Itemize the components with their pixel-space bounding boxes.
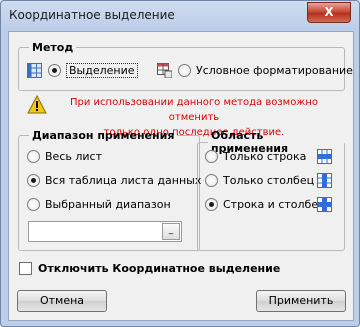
disable-option[interactable]: Отключить Координатное выделение bbox=[19, 262, 280, 275]
area-both-label: Строка и столбец bbox=[223, 198, 326, 211]
method-option-selection[interactable]: Выделение bbox=[27, 63, 138, 78]
area-option-row[interactable]: Только строка bbox=[205, 150, 306, 163]
cancel-button[interactable]: Отмена bbox=[17, 290, 107, 312]
title-bar[interactable]: Координатное выделение X bbox=[1, 1, 359, 31]
range-whole-sheet-radio[interactable] bbox=[27, 150, 40, 163]
method-selection-radio[interactable] bbox=[48, 64, 61, 77]
range-selected-label: Выбранный диапазон bbox=[45, 198, 171, 211]
warning-line-1: При использовании данного метода возможн… bbox=[70, 97, 318, 123]
area-column-label: Только столбец bbox=[223, 174, 315, 187]
apply-button[interactable]: Применить bbox=[256, 290, 346, 312]
range-option-whole-sheet[interactable]: Весь лист bbox=[27, 150, 102, 163]
disable-checkbox[interactable] bbox=[19, 262, 32, 275]
area-column-radio[interactable] bbox=[205, 174, 218, 187]
table-selection-icon bbox=[27, 63, 42, 78]
range-whole-table-radio[interactable] bbox=[27, 174, 40, 187]
range-legend: Диапазон применения bbox=[32, 129, 175, 142]
method-selection-label: Выделение bbox=[66, 63, 138, 78]
row-highlight-icon bbox=[317, 149, 332, 164]
method-conditional-label: Условное форматирование bbox=[196, 64, 353, 77]
close-button[interactable]: X bbox=[307, 2, 351, 23]
conditional-format-icon bbox=[157, 63, 172, 78]
method-conditional-radio[interactable] bbox=[178, 64, 191, 77]
range-whole-sheet-label: Весь лист bbox=[45, 150, 102, 163]
area-option-both[interactable]: Строка и столбец bbox=[205, 198, 326, 211]
method-legend: Метод bbox=[32, 41, 74, 54]
disable-label: Отключить Координатное выделение bbox=[38, 262, 281, 275]
dialog-body: Метод Выделение Условное форматирование … bbox=[8, 31, 354, 321]
area-group: Область применения bbox=[197, 129, 345, 251]
area-both-radio[interactable] bbox=[205, 198, 218, 211]
range-address-input[interactable]: _ bbox=[28, 221, 182, 242]
row-column-highlight-icon bbox=[317, 197, 332, 212]
area-row-radio[interactable] bbox=[205, 150, 218, 163]
range-option-whole-table[interactable]: Вся таблица листа данных bbox=[27, 174, 201, 187]
area-option-column[interactable]: Только столбец bbox=[205, 174, 314, 187]
column-highlight-icon bbox=[317, 173, 332, 188]
area-row-label: Только строка bbox=[223, 150, 307, 163]
dialog-window: Координатное выделение X Метод Выделение bbox=[0, 0, 360, 327]
range-picker-button[interactable]: _ bbox=[162, 223, 180, 240]
range-whole-table-label: Вся таблица листа данных bbox=[45, 174, 202, 187]
range-selected-radio[interactable] bbox=[27, 198, 40, 211]
warning-icon bbox=[27, 95, 47, 114]
method-option-conditional[interactable]: Условное форматирование bbox=[157, 63, 353, 78]
range-option-selected[interactable]: Выбранный диапазон bbox=[27, 198, 171, 211]
window-title: Координатное выделение bbox=[9, 8, 175, 22]
